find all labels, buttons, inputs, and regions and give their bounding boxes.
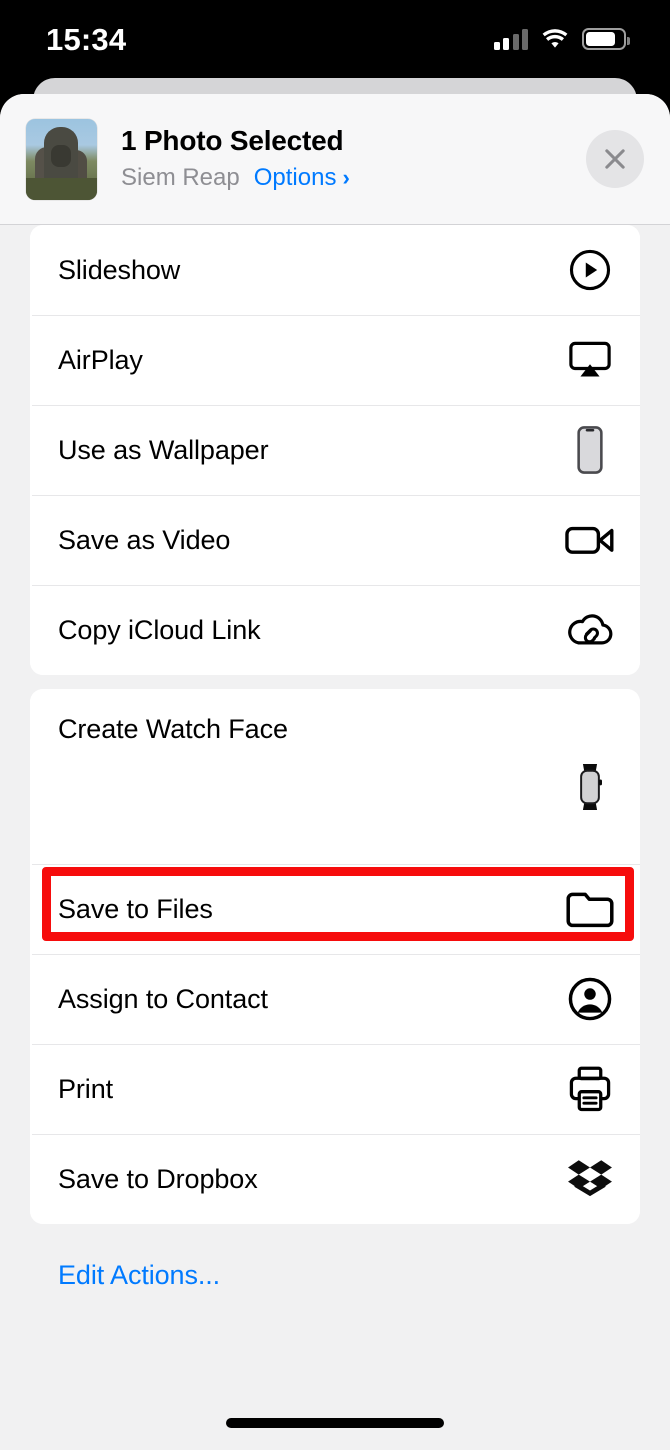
- action-label: Print: [58, 1073, 114, 1104]
- action-row-save-as-video[interactable]: Save as Video: [30, 495, 640, 585]
- action-card-2: Create Watch Face Save to Files Assign t…: [30, 689, 640, 1224]
- action-row-save-to-dropbox[interactable]: Save to Dropbox: [30, 1134, 640, 1224]
- page-title: 1 Photo Selected: [121, 124, 344, 156]
- share-sheet-header: 1 Photo Selected Siem Reap Options ›: [0, 94, 670, 225]
- edit-actions-button[interactable]: Edit Actions...: [30, 1224, 640, 1291]
- play-circle-icon: [564, 244, 616, 296]
- options-label: Options: [253, 164, 337, 192]
- wifi-icon: [542, 28, 568, 48]
- action-row-slideshow[interactable]: Slideshow: [30, 225, 640, 315]
- action-row-assign-to-contact[interactable]: Assign to Contact: [30, 954, 640, 1044]
- action-label: Save to Files: [58, 893, 213, 924]
- share-sheet: 1 Photo Selected Siem Reap Options › Sli…: [0, 94, 670, 1450]
- action-row-create-watch-face[interactable]: Create Watch Face: [30, 689, 640, 864]
- options-button[interactable]: Options ›: [254, 164, 350, 192]
- icloud-link-icon: [564, 604, 616, 656]
- home-indicator[interactable]: [226, 1418, 444, 1428]
- status-bar: 15:34: [0, 0, 670, 78]
- contact-circle-icon: [564, 973, 616, 1025]
- action-row-save-to-files[interactable]: Save to Files: [30, 864, 640, 954]
- action-row-use-as-wallpaper[interactable]: Use as Wallpaper: [30, 405, 640, 495]
- share-sheet-header-text: 1 Photo Selected Siem Reap Options ›: [121, 124, 586, 193]
- folder-icon: [564, 883, 616, 935]
- close-icon: [605, 149, 625, 169]
- action-label: Assign to Contact: [58, 983, 268, 1014]
- dropbox-icon: [564, 1153, 616, 1205]
- action-label: Save to Dropbox: [58, 1163, 258, 1194]
- action-label: Copy iCloud Link: [58, 614, 261, 645]
- close-button[interactable]: [586, 130, 644, 188]
- header-subtitle-row: Siem Reap Options ›: [121, 164, 586, 192]
- airplay-icon: [564, 334, 616, 386]
- iphone-icon: [564, 424, 616, 476]
- action-label: Use as Wallpaper: [58, 434, 269, 465]
- action-row-airplay[interactable]: AirPlay: [30, 315, 640, 405]
- video-camera-icon: [564, 514, 616, 566]
- photo-location-label: Siem Reap: [121, 164, 240, 192]
- phone-screen: 15:34 1 Photo Selected Siem Reap Options…: [0, 0, 670, 1450]
- action-label: Save as Video: [58, 524, 231, 555]
- apple-watch-icon: [564, 761, 616, 813]
- cellular-bars-icon: [493, 28, 528, 50]
- edit-actions-label: Edit Actions...: [58, 1260, 221, 1290]
- battery-icon: [582, 28, 630, 50]
- action-label: Slideshow: [58, 254, 181, 285]
- photo-thumbnail[interactable]: [26, 118, 97, 200]
- action-label: AirPlay: [58, 344, 143, 375]
- action-card-list: Slideshow AirPlay Use as Wallpaper Save …: [0, 225, 670, 1291]
- action-card-1: Slideshow AirPlay Use as Wallpaper Save …: [30, 225, 640, 675]
- status-bar-indicators: [493, 28, 630, 50]
- chevron-right-icon: ›: [342, 165, 350, 191]
- status-bar-time: 15:34: [46, 22, 127, 57]
- printer-icon: [564, 1063, 616, 1115]
- action-row-copy-icloud-link[interactable]: Copy iCloud Link: [30, 585, 640, 675]
- action-row-print[interactable]: Print: [30, 1044, 640, 1134]
- action-label: Create Watch Face: [58, 714, 288, 744]
